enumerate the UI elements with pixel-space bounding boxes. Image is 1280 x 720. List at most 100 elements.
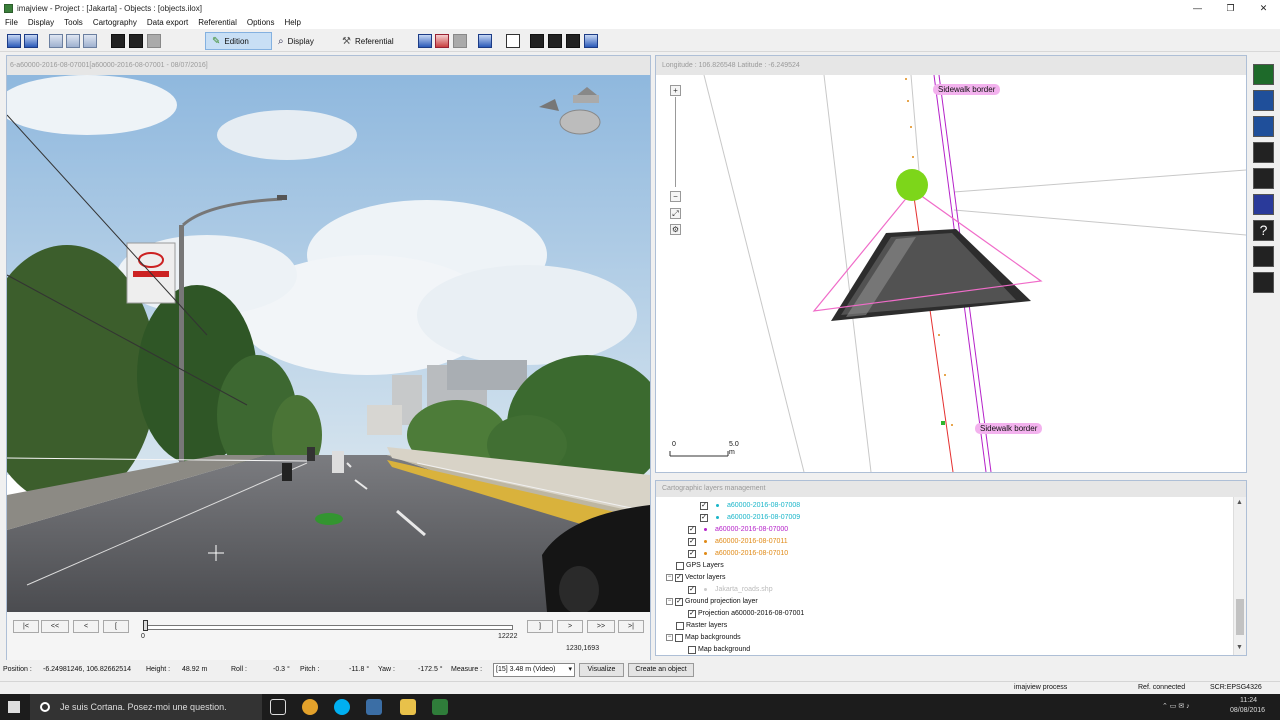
scroll-thumb[interactable] (1236, 599, 1244, 635)
layer-row[interactable]: ✓ Projection a60000-2016-08-07001 (688, 608, 804, 619)
close-tool-icon[interactable] (584, 34, 598, 48)
target-icon[interactable] (1253, 194, 1274, 215)
layer-row[interactable]: ✓ a60000-2016-08-07008 (700, 500, 800, 511)
points-icon[interactable] (530, 34, 544, 48)
ruler-icon[interactable] (1253, 246, 1274, 267)
frame-slider-thumb[interactable] (143, 620, 148, 631)
layer-checkbox[interactable] (676, 561, 684, 570)
signal-icon[interactable] (435, 34, 449, 48)
layer-row[interactable]: ✓ Jakarta_roads.shp (688, 584, 773, 595)
layer-row[interactable]: ✓ a60000-2016-08-07000 (688, 524, 788, 535)
zoom-in-button[interactable]: + (670, 85, 681, 96)
layer-group-gps[interactable]: GPS Layers (676, 560, 724, 571)
menu-file[interactable]: File (0, 18, 23, 27)
export-image-icon[interactable] (129, 34, 143, 48)
layer-checkbox[interactable]: ✓ (688, 585, 696, 594)
burst-icon[interactable] (1253, 168, 1274, 189)
zoom-slider[interactable] (675, 97, 676, 187)
menu-cartography[interactable]: Cartography (88, 18, 142, 27)
fast-forward-button[interactable]: >> (587, 620, 615, 633)
layer-checkbox[interactable] (676, 621, 684, 630)
arrow-up-icon[interactable] (1253, 90, 1274, 111)
layout-2-icon[interactable] (66, 34, 80, 48)
chart-icon[interactable] (478, 34, 492, 48)
layer-checkbox[interactable]: ✓ (675, 597, 683, 606)
layer-checkbox[interactable]: ✓ (688, 525, 696, 534)
fit-extent-icon[interactable]: ⤢ (670, 208, 681, 219)
layout-1-icon[interactable] (49, 34, 63, 48)
referential-button[interactable]: ⚒ Referential (336, 32, 406, 50)
skype-icon[interactable] (334, 699, 350, 715)
measure-select[interactable]: [15] 3.48 m (Video) ▾ (493, 663, 575, 677)
layer-checkbox[interactable]: ✓ (688, 549, 696, 558)
frame-slider[interactable] (145, 625, 513, 630)
layer-group-backgrounds[interactable]: − Map backgrounds (666, 632, 741, 643)
menu-referential[interactable]: Referential (193, 18, 242, 27)
settings-icon[interactable]: ⚙ (670, 224, 681, 235)
layer-group-ground[interactable]: − ✓ Ground projection layer (666, 596, 758, 607)
layer-group-vector[interactable]: − ✓ Vector layers (666, 572, 725, 583)
file-explorer-icon[interactable] (400, 699, 416, 715)
first-frame-button[interactable]: |< (13, 620, 39, 633)
chrome-icon[interactable] (302, 699, 318, 715)
layer-checkbox[interactable]: ✓ (688, 609, 696, 618)
save-as-icon[interactable] (24, 34, 38, 48)
layer-row[interactable]: ✓ a60000-2016-08-07009 (700, 512, 800, 523)
layer-row[interactable]: ✓ a60000-2016-08-07011 (688, 536, 788, 547)
layout-3-icon[interactable] (83, 34, 97, 48)
task-view-icon[interactable] (270, 699, 286, 715)
grey-tool-icon[interactable] (453, 34, 467, 48)
layer-group-raster[interactable]: Raster layers (676, 620, 727, 631)
layer-checkbox[interactable]: ✓ (675, 573, 683, 582)
arrow-down-icon[interactable] (1253, 116, 1274, 137)
document-icon[interactable] (506, 34, 520, 48)
close-button[interactable]: ✕ (1247, 0, 1280, 16)
mark-out-button[interactable]: ] (527, 620, 553, 633)
angle-icon[interactable] (1253, 272, 1274, 293)
windows-start-icon[interactable] (8, 701, 20, 713)
layer-checkbox[interactable]: ✓ (688, 537, 696, 546)
prev-frame-button[interactable]: < (73, 620, 99, 633)
maximize-button[interactable]: ❐ (1214, 0, 1247, 16)
last-frame-button[interactable]: >| (618, 620, 644, 633)
scroll-down-icon[interactable]: ▼ (1236, 644, 1243, 651)
menu-display[interactable]: Display (23, 18, 59, 27)
layer-checkbox[interactable]: ✓ (700, 501, 708, 510)
street-photo[interactable] (7, 75, 650, 612)
menu-options[interactable]: Options (242, 18, 280, 27)
tray-icons[interactable]: ⌃ ▭ ✉ ♪ (1162, 702, 1190, 710)
create-object-button[interactable]: Create an object (628, 663, 694, 677)
camera-icon[interactable] (1253, 142, 1274, 163)
menu-help[interactable]: Help (279, 18, 305, 27)
zoom-out-button[interactable]: − (670, 191, 681, 202)
layer-row[interactable]: Map background (688, 644, 750, 655)
menu-data-export[interactable]: Data export (142, 18, 193, 27)
scroll-up-icon[interactable]: ▲ (1236, 499, 1243, 506)
network-icon[interactable] (418, 34, 432, 48)
minimize-button[interactable]: — (1181, 0, 1214, 16)
next-frame-button[interactable]: > (557, 620, 583, 633)
edition-button[interactable]: ✎ Edition (205, 32, 272, 50)
cortana-search[interactable]: Je suis Cortana. Posez-moi une question. (30, 694, 262, 720)
outlook-icon[interactable] (366, 699, 382, 715)
display-button[interactable]: ⌕ Display (272, 32, 330, 50)
add-object-icon[interactable] (1253, 64, 1274, 85)
save-icon[interactable] (7, 34, 21, 48)
collapse-icon[interactable]: − (666, 634, 673, 641)
mark-in-button[interactable]: [ (103, 620, 129, 633)
collapse-icon[interactable]: − (666, 574, 673, 581)
disabled-tool-icon[interactable] (147, 34, 161, 48)
menu-tools[interactable]: Tools (59, 18, 88, 27)
camera-icon[interactable] (111, 34, 125, 48)
layer-checkbox[interactable] (675, 633, 683, 642)
fast-back-button[interactable]: << (41, 620, 69, 633)
imajview-taskbar-icon[interactable] (432, 699, 448, 715)
visualize-button[interactable]: Visualize (579, 663, 624, 677)
layer-checkbox[interactable]: ✓ (700, 513, 708, 522)
collapse-icon[interactable]: − (666, 598, 673, 605)
help-icon[interactable]: ? (1253, 220, 1274, 241)
grid-icon[interactable] (548, 34, 562, 48)
layer-row[interactable]: ✓ a60000-2016-08-07010 (688, 548, 788, 559)
layer-checkbox[interactable] (688, 645, 696, 654)
layers-scrollbar[interactable]: ▲ ▼ (1233, 497, 1246, 655)
